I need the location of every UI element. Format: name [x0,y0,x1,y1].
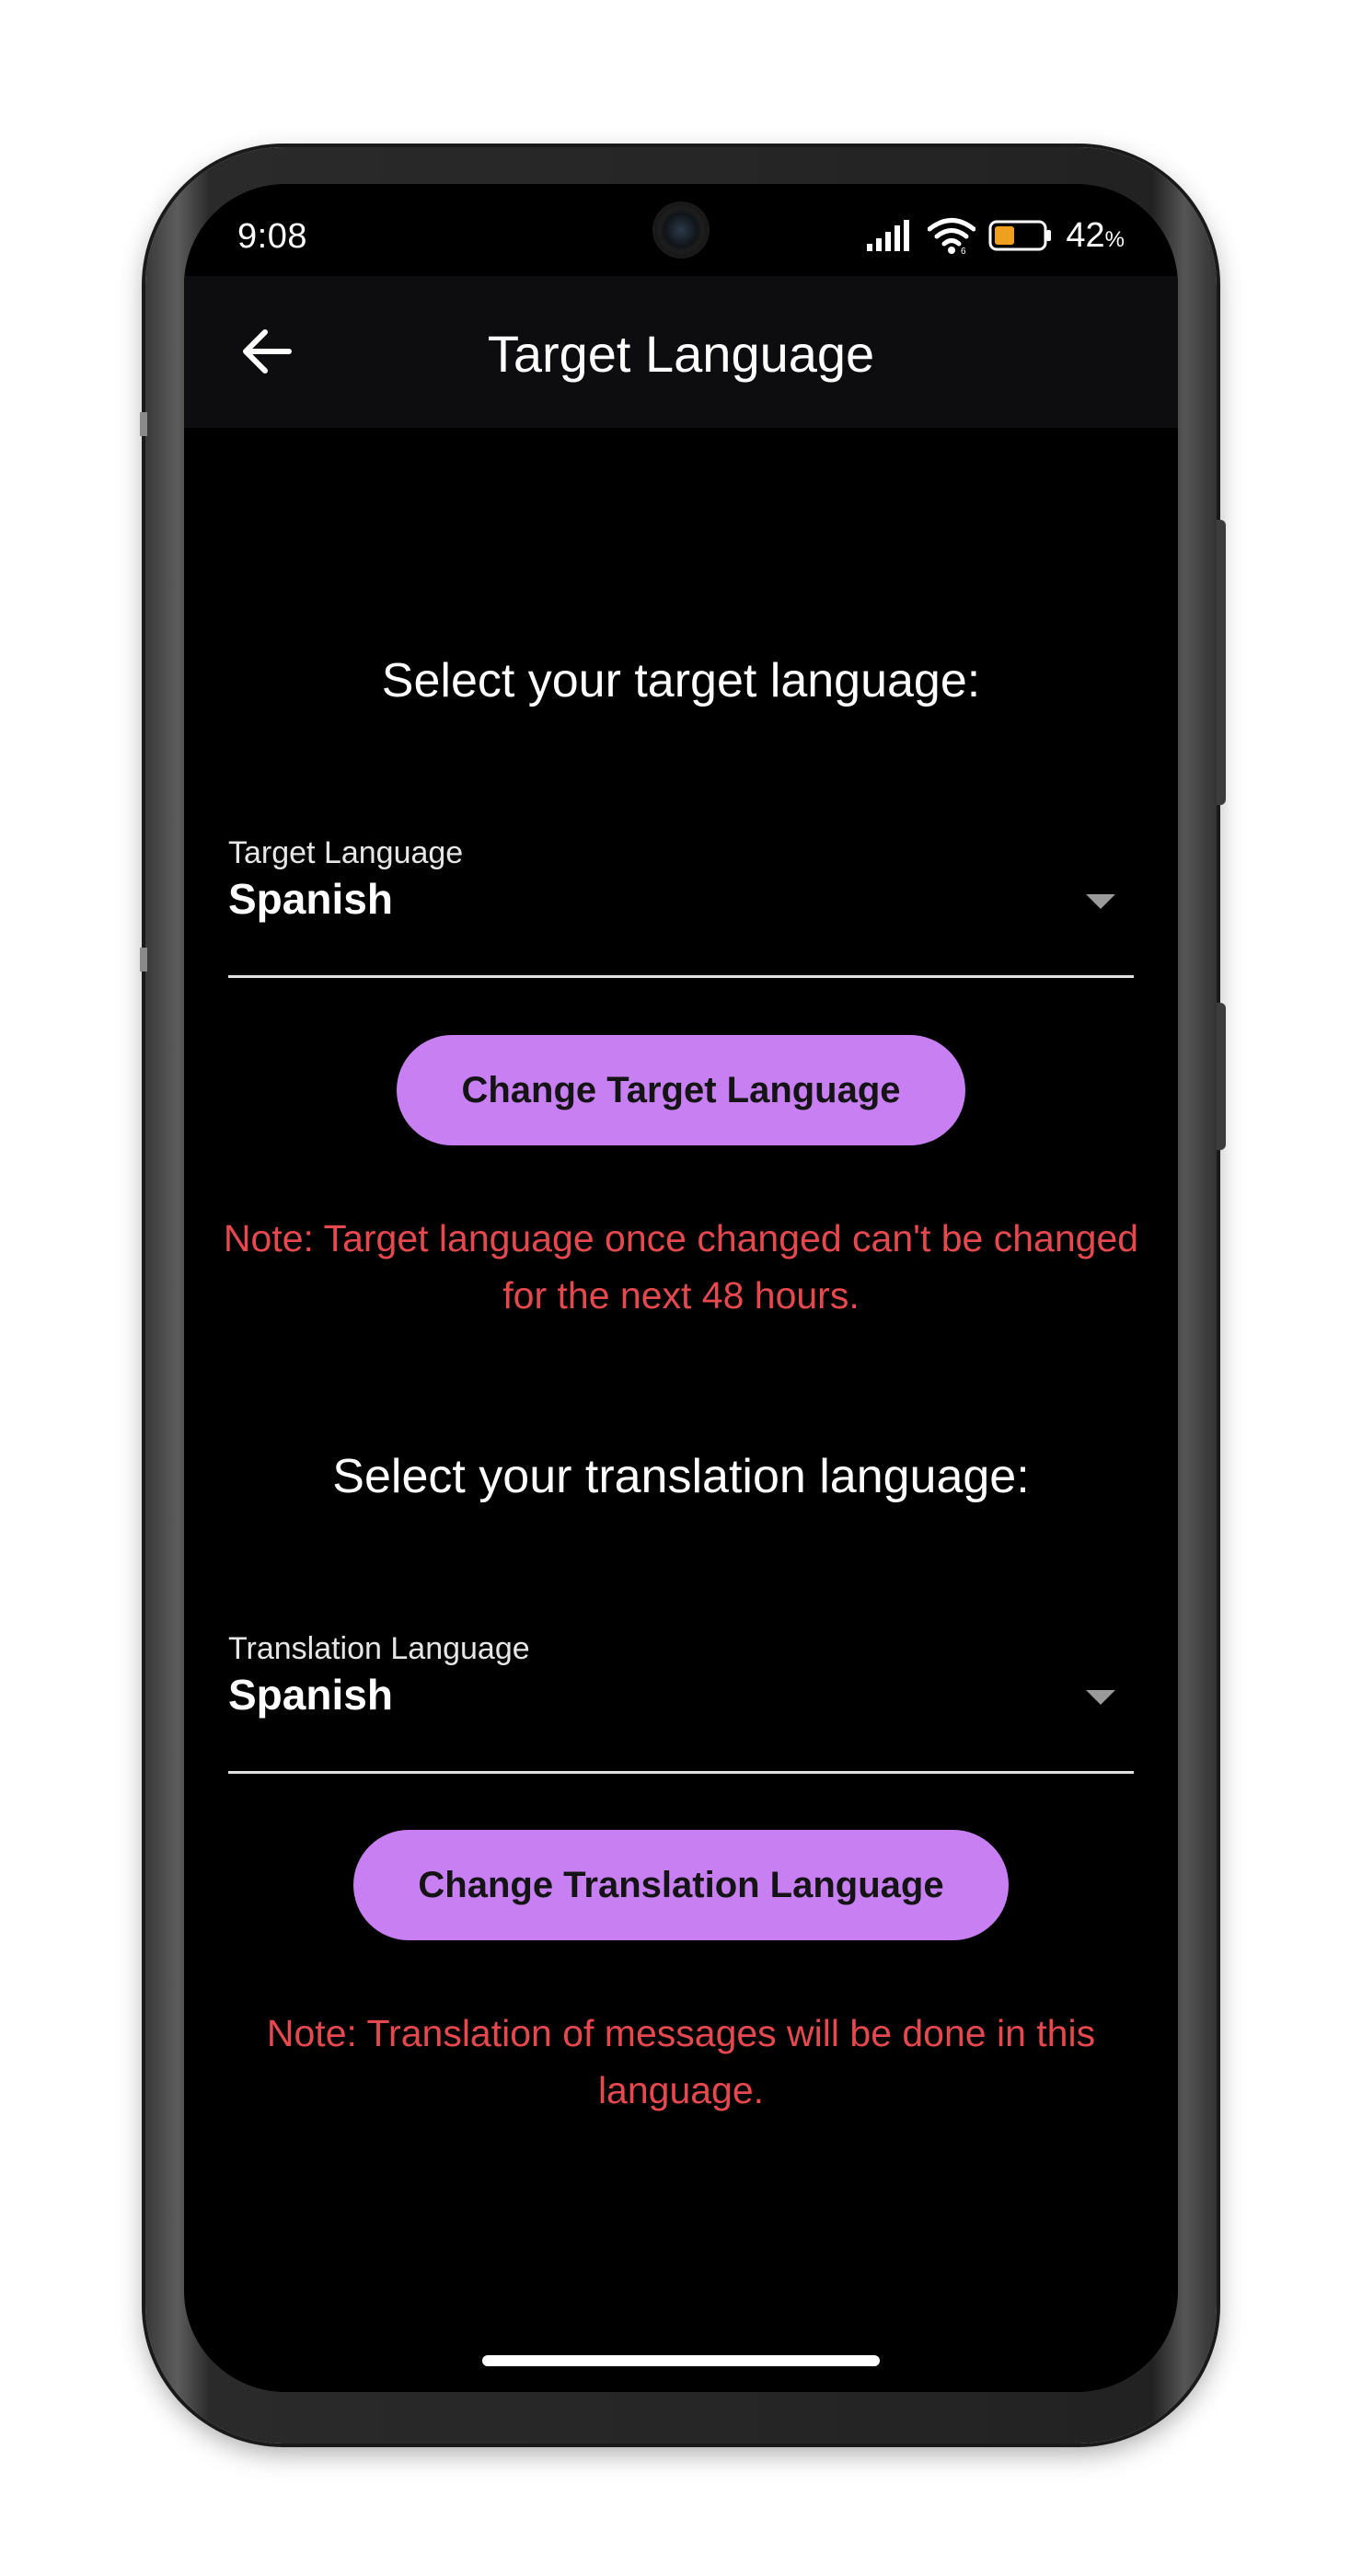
frame-mark [140,948,147,972]
change-target-language-button[interactable]: Change Target Language [397,1035,965,1145]
translation-language-dropdown[interactable]: Translation Language Spanish [228,1624,1134,1774]
change-translation-language-button[interactable]: Change Translation Language [353,1830,1009,1940]
volume-button [1217,520,1226,805]
translation-section-heading: Select your translation language: [332,1450,1030,1503]
target-language-value: Spanish [228,875,393,923]
front-camera [655,204,707,256]
status-bar: 9:08 6 42% [184,184,1178,276]
home-indicator[interactable] [482,2355,880,2366]
battery-percent: 42% [1066,215,1125,255]
target-language-dropdown[interactable]: Target Language Spanish [228,828,1134,978]
frame-mark [140,412,147,436]
dropdown-arrow-icon [1086,1690,1115,1705]
translation-language-label: Translation Language [228,1631,530,1666]
svg-text:6: 6 [961,247,966,254]
status-icons: 6 42% [867,215,1125,256]
battery-icon [988,220,1052,251]
target-language-note: Note: Target language once changed can't… [223,1217,1139,1317]
signal-icon [867,220,910,251]
target-language-label: Target Language [228,835,464,870]
app-bar: Target Language [184,276,1178,428]
translation-language-note: Note: Translation of messages will be do… [266,2012,1096,2111]
dropdown-arrow-icon [1086,894,1115,909]
page-title: Target Language [487,325,875,383]
screen: 9:08 6 42% Target Language Select your t… [184,184,1178,2392]
wifi-icon: 6 [928,218,976,254]
target-section-heading: Select your target language: [381,654,981,707]
power-button [1217,1003,1226,1150]
translation-language-value: Spanish [228,1671,393,1719]
status-time: 9:08 [237,217,307,256]
